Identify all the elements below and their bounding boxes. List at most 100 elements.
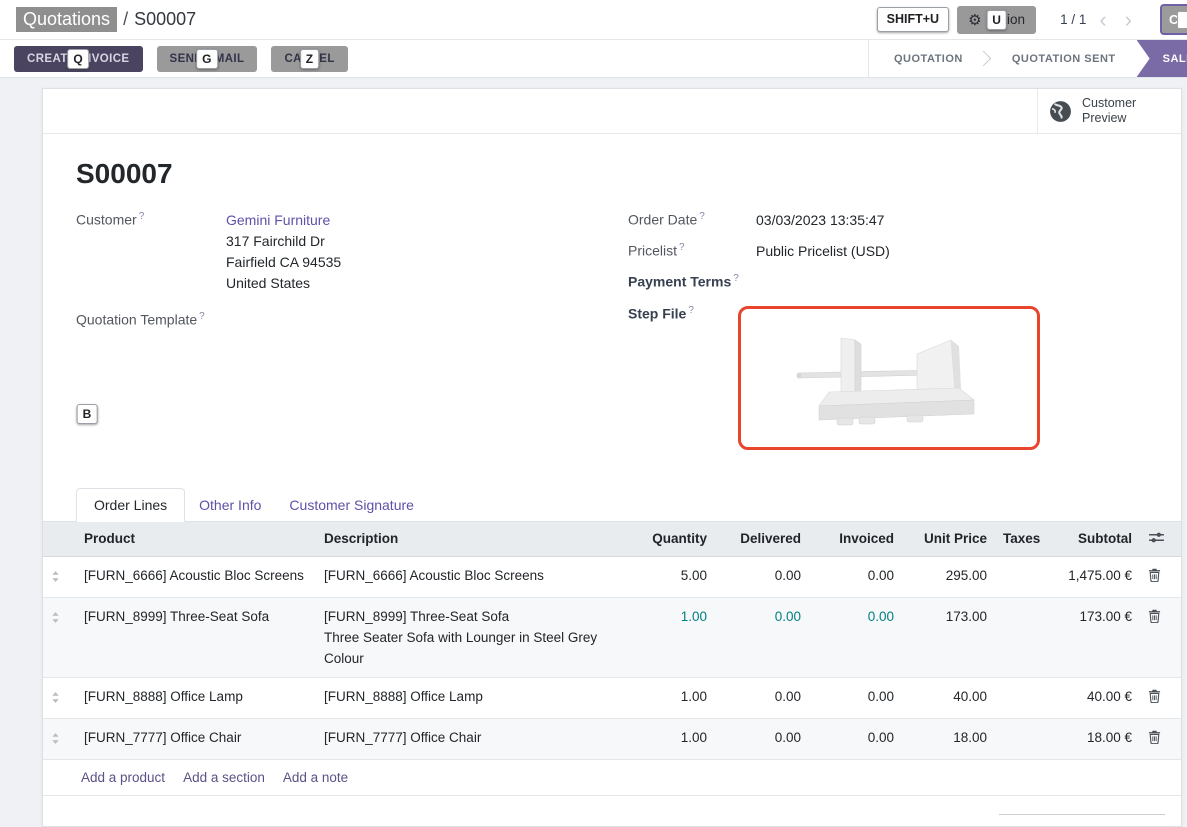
step-file-3d-preview — [789, 326, 989, 430]
action-menu-button[interactable]: ⚙ Action U — [957, 6, 1036, 34]
drag-handle-icon[interactable] — [51, 606, 60, 630]
help-icon: ? — [199, 311, 205, 322]
stage-sales-order[interactable]: SALES ORDER — [1137, 40, 1187, 77]
edge-button-c[interactable]: C — [1160, 4, 1187, 35]
description-cell[interactable]: [FURN_6666] Acoustic Bloc Screens — [316, 556, 631, 597]
tab-customer-signature[interactable]: Customer Signature — [275, 489, 428, 521]
delete-line-icon[interactable] — [1148, 727, 1161, 750]
customer-preview-label-line1: Customer — [1082, 96, 1136, 111]
invoiced-cell[interactable]: 0.00 — [809, 677, 902, 718]
breadcrumb-separator: / — [123, 9, 128, 30]
globe-icon — [1048, 99, 1073, 124]
shortcut-badge-shift-u: SHIFT+U — [877, 7, 949, 32]
taxes-cell[interactable] — [995, 677, 1043, 718]
button-box-strip: Customer Preview — [43, 89, 1181, 134]
quantity-cell[interactable]: 1.00 — [631, 677, 715, 718]
shortcut-badge-b: B — [77, 404, 98, 424]
invoiced-cell[interactable]: 0.00 — [809, 556, 902, 597]
add-a-product-link[interactable]: Add a product — [81, 770, 165, 785]
order-date-label: Order Date? — [628, 210, 756, 231]
address-line: United States — [226, 273, 341, 294]
product-cell[interactable]: [FURN_7777] Office Chair — [76, 718, 316, 759]
description-cell[interactable]: [FURN_8888] Office Lamp — [316, 677, 631, 718]
subtotal-cell: 173.00 € — [1043, 597, 1140, 677]
unit-price-cell[interactable]: 18.00 — [902, 718, 995, 759]
unit-price-cell[interactable]: 173.00 — [902, 597, 995, 677]
subtotal-cell: 40.00 € — [1043, 677, 1140, 718]
shortcut-badge-c — [1177, 11, 1187, 29]
shortcut-badge-q: Q — [67, 49, 89, 69]
cancel-button[interactable]: CANCEL Z — [271, 46, 347, 72]
record-sheet: Customer Preview S00007 Customer? Gemini… — [42, 88, 1182, 827]
stage-quotation[interactable]: QUOTATION — [879, 40, 978, 77]
order-lines-table: Product Description Quantity Delivered I… — [43, 522, 1182, 760]
delete-line-icon[interactable] — [1148, 686, 1161, 709]
drag-handle-icon[interactable] — [51, 727, 60, 751]
tab-other-info[interactable]: Other Info — [185, 489, 275, 521]
taxes-cell[interactable] — [995, 556, 1043, 597]
unit-price-column-header: Unit Price — [902, 522, 995, 557]
shortcut-badge-g: G — [196, 49, 218, 69]
drag-handle-icon[interactable] — [51, 686, 60, 710]
quotation-template-field: Quotation Template? — [76, 310, 628, 328]
odoo-sale-order-page: Quotations B / S00007 SHIFT+U ⚙ Action U… — [0, 0, 1187, 827]
record-title: S00007 — [76, 158, 1181, 190]
tab-order-lines[interactable]: Order Lines — [76, 488, 185, 522]
delete-line-icon[interactable] — [1148, 565, 1161, 588]
product-cell[interactable]: [FURN_8888] Office Lamp — [76, 677, 316, 718]
unit-price-cell[interactable]: 40.00 — [902, 677, 995, 718]
taxes-cell[interactable] — [995, 718, 1043, 759]
pricelist-value[interactable]: Public Pricelist (USD) — [756, 241, 890, 262]
order-date-value[interactable]: 03/03/2023 13:35:47 — [756, 210, 884, 231]
subtotal-cell: 1,475.00 € — [1043, 556, 1140, 597]
customer-link[interactable]: Gemini Furniture — [226, 210, 341, 231]
product-cell[interactable]: [FURN_6666] Acoustic Bloc Screens — [76, 556, 316, 597]
description-cell[interactable]: [FURN_7777] Office Chair — [316, 718, 631, 759]
quantity-cell[interactable]: 1.00 — [631, 597, 715, 677]
delivered-cell[interactable]: 0.00 — [715, 556, 809, 597]
help-icon: ? — [688, 305, 694, 316]
delivered-cell[interactable]: 0.00 — [715, 677, 809, 718]
status-pipeline: QUOTATION QUOTATION SENT SALES ORDER — [868, 40, 1187, 77]
invoiced-cell[interactable]: 0.00 — [809, 597, 902, 677]
stage-chevron-icon — [976, 51, 992, 67]
customer-address: 317 Fairchild Dr Fairfield CA 94535 Unit… — [226, 231, 341, 294]
optional-columns-icon[interactable] — [1148, 531, 1165, 547]
order-line-row: [FURN_8999] Three-Seat Sofa [FURN_8999] … — [43, 597, 1182, 677]
subtotal-column-header: Subtotal — [1043, 522, 1140, 557]
stage-quotation-sent[interactable]: QUOTATION SENT — [997, 40, 1131, 77]
add-a-section-link[interactable]: Add a section — [183, 770, 265, 785]
topbar-controls: SHIFT+U ⚙ Action U 1 / 1 ‹ › — [877, 6, 1187, 34]
quantity-cell[interactable]: 1.00 — [631, 718, 715, 759]
help-icon: ? — [139, 211, 145, 222]
delivered-cell[interactable]: 0.00 — [715, 718, 809, 759]
handle-column-header — [43, 522, 76, 557]
description-cell[interactable]: [FURN_8999] Three-Seat SofaThree Seater … — [316, 597, 631, 677]
delete-line-icon[interactable] — [1148, 606, 1161, 629]
help-icon: ? — [679, 242, 685, 253]
list-add-links: Add a product Add a section Add a note — [43, 760, 1181, 796]
sheet-footer: Terms and conditions... Total: 1,706.00 … — [43, 796, 1181, 827]
customer-preview-label-line2: Preview — [1082, 111, 1136, 126]
quantity-cell[interactable]: 5.00 — [631, 556, 715, 597]
invoiced-cell[interactable]: 0.00 — [809, 718, 902, 759]
drag-handle-icon[interactable] — [51, 565, 60, 589]
add-a-note-link[interactable]: Add a note — [283, 770, 348, 785]
unit-price-cell[interactable]: 295.00 — [902, 556, 995, 597]
subtotal-cell: 18.00 € — [1043, 718, 1140, 759]
pager-previous-icon[interactable]: ‹ — [1094, 9, 1111, 31]
payment-terms-field: Payment Terms? — [628, 272, 1148, 290]
delivered-cell[interactable]: 0.00 — [715, 597, 809, 677]
terms-and-conditions-input[interactable]: Terms and conditions... — [81, 824, 220, 827]
send-email-button[interactable]: SEND EMAIL G — [157, 46, 258, 72]
taxes-cell[interactable] — [995, 597, 1043, 677]
address-line: 317 Fairchild Dr — [226, 231, 341, 252]
step-file-preview-box[interactable] — [738, 306, 1040, 450]
breadcrumb-quotations-link[interactable]: Quotations — [16, 7, 117, 32]
pager-next-icon[interactable]: › — [1120, 9, 1137, 31]
create-invoice-button[interactable]: CREATE INVOICE Q — [14, 46, 143, 72]
quotation-template-label: Quotation Template? — [76, 310, 226, 328]
table-header-row: Product Description Quantity Delivered I… — [43, 522, 1182, 557]
customer-preview-button[interactable]: Customer Preview — [1037, 89, 1181, 133]
product-cell[interactable]: [FURN_8999] Three-Seat Sofa — [76, 597, 316, 677]
